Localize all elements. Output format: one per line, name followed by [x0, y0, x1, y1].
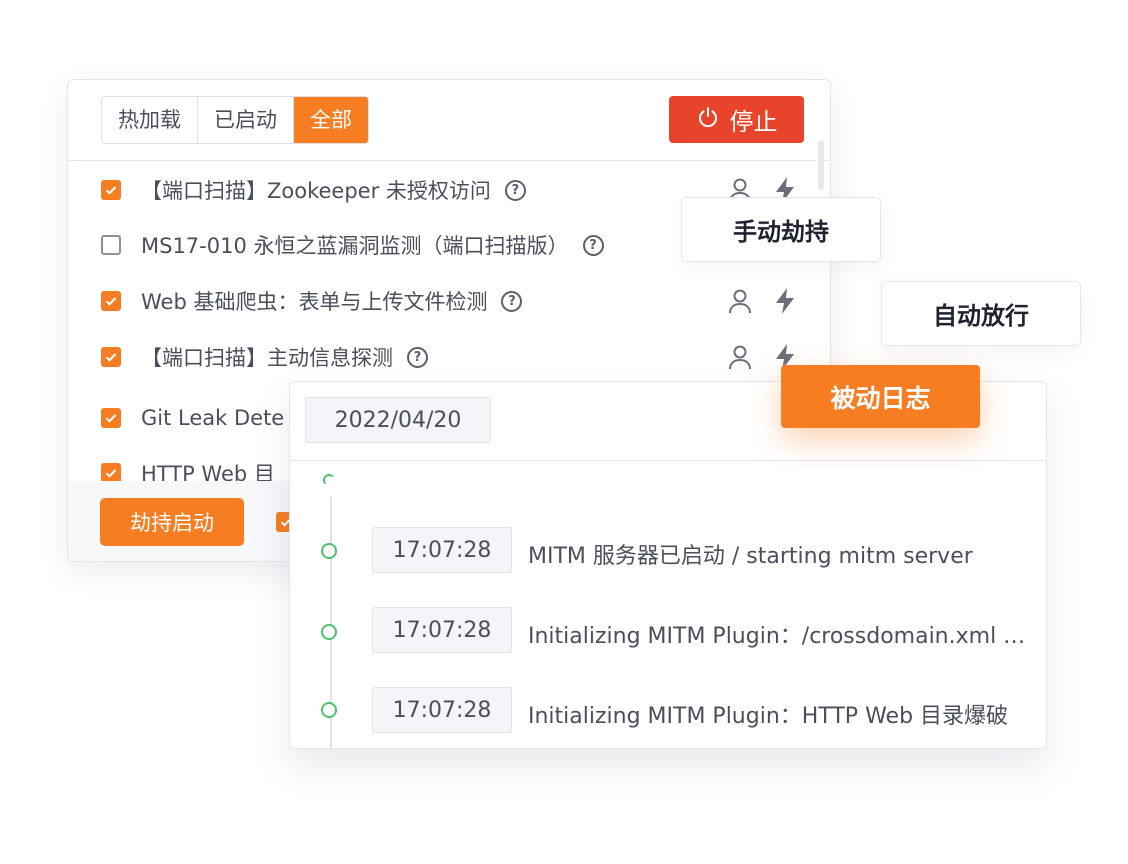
filter-segmented-control: 热加载 已启动 全部 [101, 96, 369, 144]
passive-log-tag[interactable]: 被动日志 [781, 365, 980, 428]
scrollbar[interactable] [818, 140, 824, 190]
plugin-checkbox[interactable] [101, 463, 121, 483]
plugin-row-actions [728, 287, 796, 319]
plugin-row: Web 基础爬虫：表单与上传文件检测 ? [101, 285, 523, 317]
auto-release-tag[interactable]: 自动放行 [881, 281, 1081, 346]
power-icon [696, 105, 720, 135]
plugin-name: Web 基础爬虫：表单与上传文件检测 [141, 290, 488, 314]
log-message: Initializing MITM Plugin：/crossdomain.xm… [528, 624, 1034, 649]
timeline-start-dot [323, 474, 335, 486]
plugin-row: 【端口扫描】Zookeeper 未授权访问 ? [101, 174, 526, 206]
log-date: 2022/04/20 [305, 397, 491, 443]
help-icon[interactable]: ? [582, 234, 604, 256]
plugin-row: Git Leak Dete [101, 402, 284, 434]
log-message: Initializing MITM Plugin：HTTP Web 目录爆破 [528, 704, 1009, 729]
plugin-row: MS17-010 永恒之蓝漏洞监测（端口扫描版） ? [101, 229, 604, 261]
stop-button[interactable]: 停止 [669, 96, 804, 143]
timeline-dot [321, 543, 337, 559]
timeline-dot [321, 624, 337, 640]
plugin-row: 【端口扫描】主动信息探测 ? [101, 341, 428, 373]
plugin-checkbox[interactable] [101, 291, 121, 311]
log-time: 17:07:28 [372, 687, 512, 733]
header-divider [68, 160, 830, 161]
log-time: 17:07:28 [372, 527, 512, 573]
help-icon[interactable]: ? [407, 346, 428, 368]
filter-started[interactable]: 已启动 [198, 97, 294, 143]
filter-hot-load[interactable]: 热加载 [102, 97, 198, 143]
plugin-name: MS17-010 永恒之蓝漏洞监测（端口扫描版） [141, 234, 569, 258]
plugin-name: Git Leak Dete [141, 406, 285, 430]
passive-log-panel: 2022/04/20 17:07:28 MITM 服务器已启动 / starti… [289, 381, 1047, 749]
plugin-checkbox[interactable] [101, 235, 121, 255]
stop-label: 停止 [729, 108, 778, 136]
plugin-name: 【端口扫描】主动信息探测 [141, 346, 393, 370]
filter-all[interactable]: 全部 [294, 97, 368, 143]
log-divider [290, 460, 1046, 461]
hijack-start-button[interactable]: 劫持启动 [100, 498, 244, 546]
timeline-dot [321, 702, 337, 718]
log-message: MITM 服务器已启动 / starting mitm server [528, 544, 973, 569]
manual-hijack-tag[interactable]: 手动劫持 [681, 197, 881, 262]
user-icon[interactable] [728, 288, 752, 318]
plugin-checkbox[interactable] [101, 180, 121, 200]
user-icon[interactable] [728, 344, 752, 374]
help-icon[interactable]: ? [504, 179, 526, 201]
plugin-name: 【端口扫描】Zookeeper 未授权访问 [141, 179, 491, 203]
plugin-checkbox[interactable] [101, 408, 121, 428]
plugin-checkbox[interactable] [101, 347, 121, 367]
log-time: 17:07:28 [372, 607, 512, 653]
lightning-icon[interactable] [774, 287, 796, 319]
help-icon[interactable]: ? [501, 290, 523, 312]
